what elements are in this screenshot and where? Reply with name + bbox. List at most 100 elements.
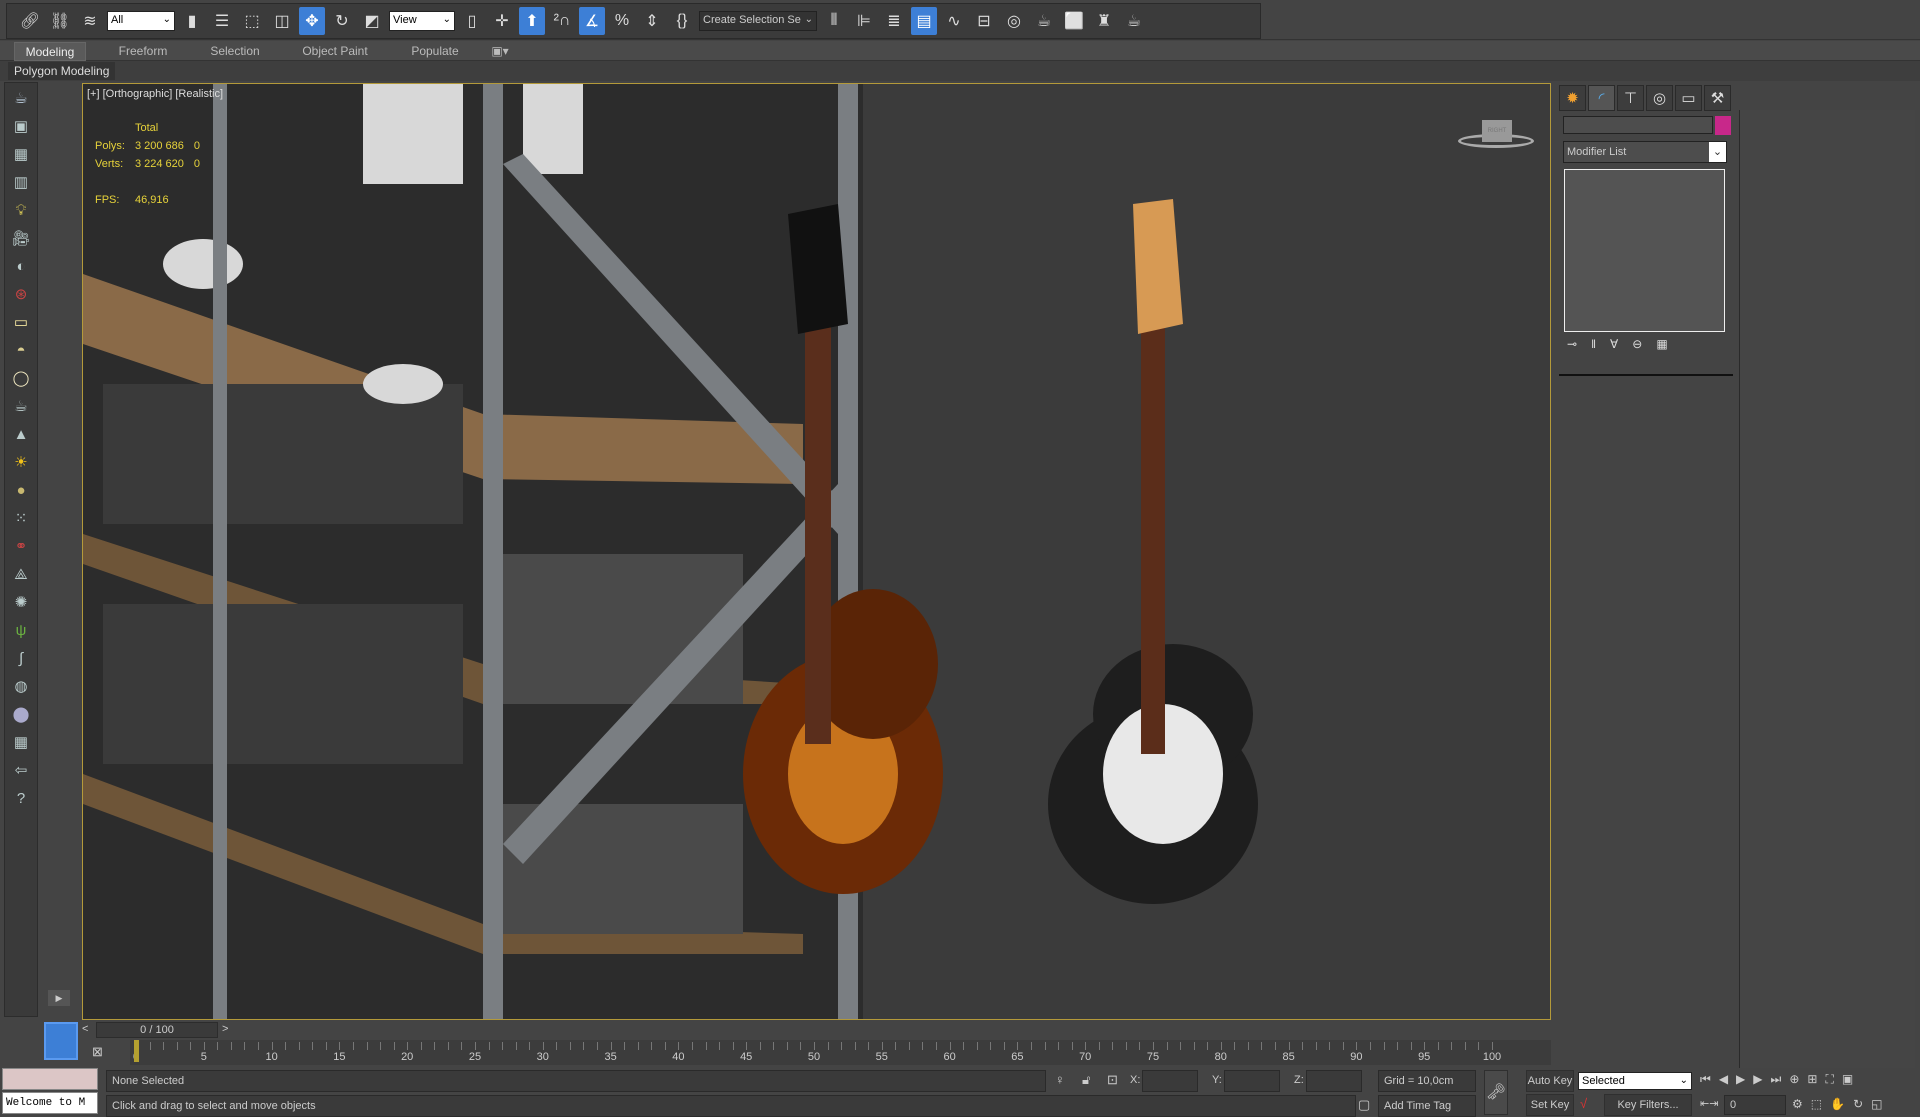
set-key-button[interactable]: Set Key [1526,1094,1574,1116]
maxscript-input[interactable]: Welcome to M [2,1092,98,1114]
next-frame-button[interactable]: > [222,1023,228,1035]
current-frame-field[interactable]: 0 [1724,1095,1786,1115]
pan-hand-icon[interactable]: ✋ [1830,1097,1845,1111]
utilities-icon[interactable]: ⚒ [1704,85,1731,111]
timeline-track[interactable]: 0510152025303540455055606570758085909510… [130,1040,1551,1065]
curve-icon[interactable]: √ [1580,1096,1587,1111]
previous-frame-icon[interactable]: ◀ [1719,1072,1728,1087]
manipulate-icon[interactable]: ✛ [489,7,515,35]
snap-2d-icon[interactable]: ²∩ [549,7,575,35]
modify-icon[interactable]: ◜ [1588,85,1615,111]
zoom-extents-icon[interactable]: ⛶ [1825,1072,1833,1087]
percent-snap-icon[interactable]: % [609,7,635,35]
camera-rig-icon[interactable]: ⊛ [9,282,33,306]
disc-light-icon[interactable]: ◯ [9,366,33,390]
scale-icon[interactable]: ◩ [359,7,385,35]
plane-light-icon[interactable]: ▭ [9,310,33,334]
orbit-icon[interactable]: ↻ [1853,1097,1863,1111]
absolute-mode-icon[interactable]: ⊡ [1107,1072,1118,1088]
remove-modifier-icon[interactable]: ⊖ [1632,337,1642,357]
go-to-start-icon[interactable]: ⏮ [1700,1072,1711,1087]
maximize-viewport-icon[interactable]: ◱ [1871,1097,1882,1111]
hair-icon[interactable]: ∫ [9,646,33,670]
key-filters-button[interactable]: Key Filters... [1604,1094,1692,1116]
light-list-icon[interactable]: 💡︎ [9,198,33,222]
polygon-modeling-label[interactable]: Polygon Modeling [8,62,116,80]
molecule-icon[interactable]: ⚭ [9,534,33,558]
mini-curve-editor-toggle[interactable] [44,1022,78,1060]
edit-named-selection-icon[interactable]: {} [669,7,695,35]
current-frame-marker[interactable] [134,1040,139,1062]
import-icon[interactable]: ⇦ [9,758,33,782]
make-unique-icon[interactable]: ∀ [1610,337,1618,357]
auto-key-button[interactable]: Auto Key [1526,1070,1574,1092]
set-key-key-icon[interactable]: 🗝︎ [1484,1070,1508,1115]
cone-icon[interactable]: ▲ [9,422,33,446]
rect-selection-icon[interactable]: ⬚ [239,7,265,35]
frame-slider-thumb[interactable]: 0 / 100 [96,1022,218,1038]
spinner-snap-icon[interactable]: ⇕ [639,7,665,35]
camera-icon[interactable]: 🎥︎ [9,226,33,250]
prev-frame-button[interactable]: < [82,1023,96,1037]
zoom-all-icon[interactable]: ⊞ [1807,1072,1817,1087]
schematic-view-icon[interactable]: ⊟ [971,7,997,35]
curve-editor-icon[interactable]: ∿ [941,7,967,35]
render-icon[interactable]: ♜ [1091,7,1117,35]
mirror-icon[interactable]: ⫴ [821,7,847,35]
rendered-frame-icon[interactable]: ⬜ [1061,7,1087,35]
material-grid-icon[interactable]: ▦ [9,730,33,754]
bind-space-warp-icon[interactable]: ≋ [77,7,103,35]
zoom-icon[interactable]: ⊕ [1789,1072,1799,1087]
tab-freeform[interactable]: Freeform [108,42,178,61]
camera-lens-icon[interactable]: ◐ [9,254,33,278]
z-coordinate-field[interactable] [1306,1070,1362,1092]
viewport-orthographic[interactable]: [+] [Orthographic] [Realistic] Total Pol… [82,83,1551,1020]
render-view-icon[interactable]: ▣ [9,114,33,138]
next-frame-icon[interactable]: ▶ [1753,1072,1762,1087]
angle-snap-icon[interactable]: ∡ [579,7,605,35]
sun-icon[interactable]: ☀ [9,450,33,474]
object-color-swatch[interactable] [1715,116,1731,135]
render-setup-icon[interactable]: ☕︎ [1031,7,1057,35]
material-editor-icon[interactable]: ◎ [1001,7,1027,35]
align-icon[interactable]: ⊫ [851,7,877,35]
time-slider[interactable]: < 0 / 100 > [44,1020,1551,1060]
y-coordinate-field[interactable] [1224,1070,1280,1092]
help-icon[interactable]: ? [9,786,33,810]
named-selection-dropdown[interactable]: Create Selection Se ⌄ [699,11,817,31]
table2-icon[interactable]: ▥ [9,170,33,194]
move-icon[interactable]: ✥ [299,7,325,35]
pin-stack-icon[interactable]: ⊸ [1567,337,1577,357]
ox-icon[interactable]: ◍ [9,674,33,698]
grass-icon[interactable]: ψ [9,618,33,642]
viewcube[interactable]: RIGHT [1458,120,1534,150]
viewport-label[interactable]: [+] [Orthographic] [Realistic] [87,88,223,100]
isolate-selection-icon[interactable]: ♀ [1055,1072,1065,1087]
maxscript-listener-pink[interactable] [2,1068,98,1090]
time-configuration-icon[interactable]: ⚙ [1792,1097,1803,1111]
selection-filter-dropdown[interactable]: All ⌄ [107,11,175,31]
select-object-icon[interactable]: ▮ [179,7,205,35]
motion-icon[interactable]: ◎ [1646,85,1673,111]
pivot-icon[interactable]: ▯ [459,7,485,35]
scene-explorer-icon[interactable]: ▤ [911,7,937,35]
reference-coordinate-dropdown[interactable]: View ⌄ [389,11,455,31]
field-of-view-icon[interactable]: ⬚ [1811,1097,1822,1111]
teapot-wire-icon[interactable]: ☕︎ [9,394,33,418]
dome-light-icon[interactable]: ◓ [9,338,33,362]
bone-icon[interactable]: ⟁ [9,562,33,586]
curve-editor-icon[interactable]: ⊠ [92,1044,103,1060]
layer-explorer-icon[interactable]: ≣ [881,7,907,35]
hierarchy-icon[interactable]: ⊤ [1617,85,1644,111]
table-icon[interactable]: ▦ [9,142,33,166]
show-end-result-icon[interactable]: ‖ [1591,337,1596,357]
add-time-tag[interactable]: Add Time Tag [1378,1095,1476,1117]
rotate-icon[interactable]: ↻ [329,7,355,35]
particles-icon[interactable]: ⁙ [9,506,33,530]
modifier-list-dropdown[interactable]: Modifier List ⌄ [1563,141,1727,163]
object-name-field[interactable] [1563,116,1713,134]
configure-modifier-sets-icon[interactable]: ▦ [1656,337,1667,357]
viewcube-face[interactable]: RIGHT [1482,120,1512,142]
tab-object-paint[interactable]: Object Paint [295,42,375,61]
unlink-icon[interactable]: ⛓ [47,7,73,35]
